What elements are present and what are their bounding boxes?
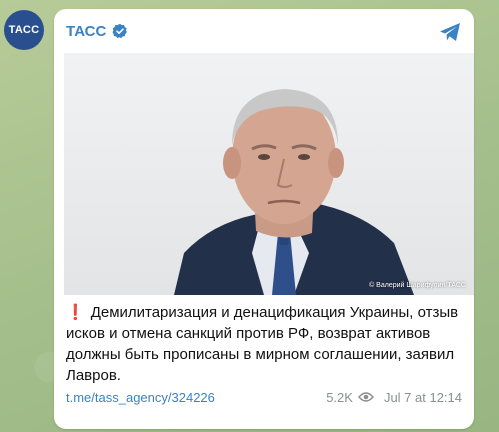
- post-photo[interactable]: © Валерий Шарифулин/ТАСС: [64, 53, 474, 295]
- message-footer: t.me/tass_agency/324226 5.2K Jul 7 at 12…: [66, 387, 462, 407]
- post-timestamp: Jul 7 at 12:14: [383, 389, 462, 405]
- share-icon[interactable]: [438, 21, 462, 43]
- photo-credit: © Валерий Шарифулин/ТАСС: [369, 282, 466, 289]
- exclamation-icon: ❗: [66, 304, 85, 321]
- channel-avatar[interactable]: ТАСС: [4, 10, 44, 50]
- message-bubble: ТАСС © Валерий Шарифулин/ТАСС ❗ Демилита…: [54, 9, 474, 429]
- portrait-illustration: [174, 89, 414, 295]
- post-text: ❗ Демилитаризация и денацификация Украины…: [66, 302, 466, 386]
- verified-icon: [112, 23, 128, 39]
- channel-name[interactable]: ТАСС: [66, 23, 106, 40]
- message-meta: 5.2K Jul 7 at 12:14: [326, 390, 462, 405]
- message-header: ТАСС: [54, 9, 474, 53]
- views-eye-icon: [358, 392, 374, 402]
- avatar-text: ТАСС: [8, 24, 40, 36]
- post-link[interactable]: t.me/tass_agency/324226: [66, 390, 215, 405]
- view-count: 5.2K: [326, 389, 353, 405]
- post-body: Демилитаризация и денацификация Украины,…: [66, 304, 459, 384]
